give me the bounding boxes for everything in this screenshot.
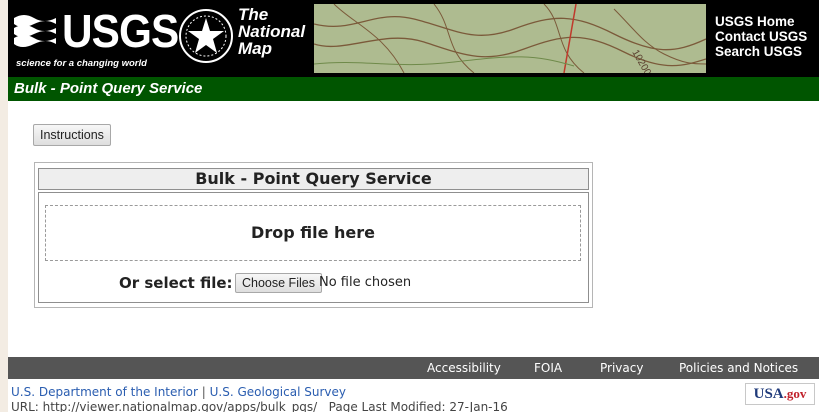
usgs-home-link[interactable]: USGS Home — [715, 14, 807, 29]
topo-map-image: 10200 — [314, 4, 706, 73]
foia-link[interactable]: FOIA — [534, 361, 562, 375]
national-map-title: The National Map — [238, 5, 306, 58]
doi-link[interactable]: U.S. Department of the Interior — [11, 385, 198, 399]
title-bar: Bulk - Point Query Service — [8, 77, 819, 101]
panel-body: Drop file here Or select file: Choose Fi… — [38, 192, 589, 303]
footer-separator: | — [201, 385, 206, 399]
panel-title: Bulk - Point Query Service — [38, 168, 589, 190]
accessibility-link[interactable]: Accessibility — [427, 361, 501, 375]
usgs-tagline: science for a changing world — [16, 58, 147, 69]
privacy-link[interactable]: Privacy — [600, 361, 643, 375]
page: USGS science for a changing world The Na… — [8, 0, 819, 412]
file-dropzone[interactable]: Drop file here — [45, 205, 581, 261]
topo-contours: 10200 — [314, 4, 706, 73]
instructions-button[interactable]: Instructions — [33, 124, 111, 146]
contact-usgs-link[interactable]: Contact USGS — [715, 29, 807, 44]
page-title: Bulk - Point Query Service — [14, 80, 203, 97]
header-banner: USGS science for a changing world The Na… — [8, 0, 819, 77]
page-url: URL: http://viewer.nationalmap.gov/apps/… — [11, 400, 318, 412]
usgs-waves-icon — [14, 15, 56, 47]
search-usgs-link[interactable]: Search USGS — [715, 44, 807, 59]
query-panel: Bulk - Point Query Service Drop file her… — [34, 162, 593, 308]
footer-bar: Accessibility FOIA Privacy Policies and … — [8, 357, 819, 379]
usagov-logo[interactable]: USA.gov — [745, 383, 815, 405]
footer-agency-links: U.S. Department of the Interior | U.S. G… — [11, 385, 346, 399]
file-select-row: Or select file: Choose Files No file cho… — [39, 273, 588, 295]
usgs-logo[interactable]: USGS science for a changing world — [12, 6, 179, 70]
usgs-link[interactable]: U.S. Geological Survey — [210, 385, 346, 399]
page-last-modified: Page Last Modified: 27-Jan-16 — [328, 400, 508, 412]
choose-files-button[interactable]: Choose Files — [235, 273, 322, 293]
header-links: USGS Home Contact USGS Search USGS — [715, 14, 807, 59]
usgs-wordmark: USGS — [62, 5, 179, 57]
select-file-label: Or select file: — [119, 274, 233, 292]
file-status-text: No file chosen — [319, 275, 412, 290]
footer-page-info: URL: http://viewer.nationalmap.gov/apps/… — [11, 400, 508, 412]
national-map-star-icon — [179, 9, 233, 63]
policies-link[interactable]: Policies and Notices — [679, 361, 798, 375]
